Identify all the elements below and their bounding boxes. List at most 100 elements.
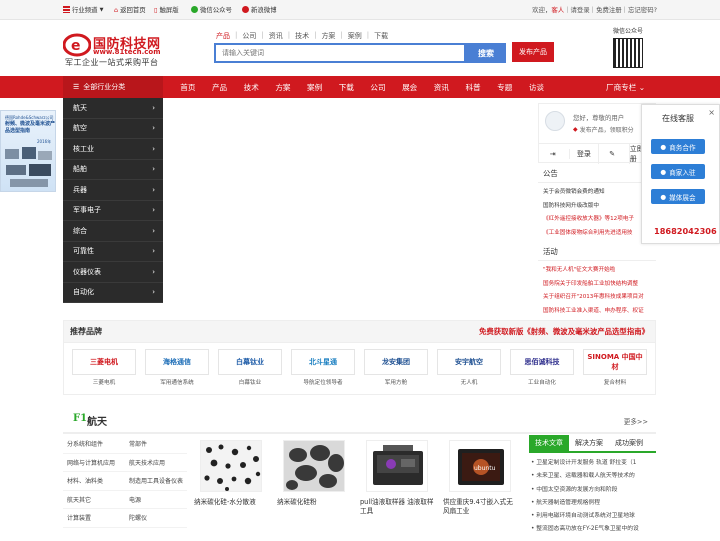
brand-card[interactable]: 安宇航空 无人机	[437, 349, 501, 386]
nav-item[interactable]: 案例	[299, 82, 331, 93]
activity-item[interactable]: "我和无人机"征文大赛开始啦	[543, 264, 651, 278]
article-item[interactable]: • 航天器制造管理规格例程	[531, 497, 654, 510]
article-item[interactable]: • 未来卫星、运载器和载人航天等技术的	[531, 470, 654, 483]
nav-item[interactable]: 下载	[330, 82, 362, 93]
floating-ad[interactable]: 德国Rohde&Schwarz公司 射频、微波及毫米波产品选型指南 2016年	[0, 110, 56, 192]
activity-item[interactable]: 关于组织召开"2013年惠科技成果项目对	[543, 291, 651, 305]
industry-channel-link[interactable]: 行业频道 ▼	[63, 5, 103, 14]
brand-card[interactable]: 白幕钛业 白幕钛业	[218, 349, 282, 386]
search-tab[interactable]: 公司	[237, 31, 261, 41]
brand-card[interactable]: 三菱电机 三菱电机	[72, 349, 136, 386]
nav-item[interactable]: 专题	[489, 82, 521, 93]
article-item[interactable]: • 利用电磁环境自动测试系统对卫星地球	[531, 510, 654, 523]
search-tab[interactable]: 方案	[316, 31, 340, 41]
notice-item[interactable]: 国防科技网升级改版中	[543, 200, 651, 214]
category-item[interactable]: 军事电子 ›	[63, 201, 163, 221]
category-item[interactable]: 核工业 ›	[63, 139, 163, 160]
site-logo[interactable]: e 国防科技网 www.81tech.com 军工企业一站式采购平台	[63, 31, 173, 67]
nav-item[interactable]: 访谈	[521, 82, 553, 93]
brand-name: 军用通信系统	[160, 380, 194, 386]
media-exhibition-button[interactable]: ● 媒体展会	[651, 189, 705, 204]
product-card[interactable]: 纳米碳化硅粉	[271, 440, 353, 507]
category-item[interactable]: 船舶 ›	[63, 160, 163, 180]
category-item[interactable]: 综合 ›	[63, 221, 163, 242]
category-item[interactable]: 兵器 ›	[63, 180, 163, 201]
nav-item-vendor-column[interactable]: 厂商专栏 ⌄	[606, 82, 645, 93]
search-tab[interactable]: 案例	[343, 31, 367, 41]
nav-item[interactable]: 展会	[394, 82, 426, 93]
chevron-right-icon: ›	[152, 144, 155, 153]
article-item[interactable]: • 中国太空资源的发展方向和阶段	[531, 484, 654, 497]
brand-card[interactable]: 思佰诚科技 工业自动化	[510, 349, 574, 386]
product-card[interactable]: ubuntu 供应重庆9.4寸嵌入式无风扇工业	[437, 440, 519, 516]
category-item[interactable]: 航空 ›	[63, 119, 163, 139]
chevron-right-icon: ›	[152, 124, 155, 133]
subcategory-row: 材料、油料类 制造用工具设备仪表	[63, 472, 187, 491]
brands-title: 推荐品牌	[70, 327, 102, 336]
subcategory-link[interactable]: 计算装置	[63, 513, 125, 522]
article-item[interactable]: • 整流固态高功放在FY-2E气象卫星中的设	[531, 523, 654, 536]
online-service-panel: 在线客服 × ● 商务合作 ● 商家入驻 ● 媒体展会 18682042306	[641, 104, 720, 244]
brands-promo-link[interactable]: 免费获取新版《射频、微波及毫米波产品选型指南》	[479, 326, 649, 337]
nav-item[interactable]: 首页	[172, 82, 204, 93]
subcategory-link[interactable]: 制造用工具设备仪表	[125, 476, 187, 485]
category-label: 军事电子	[73, 206, 101, 215]
search-tab[interactable]: 资讯	[264, 31, 288, 41]
subcategory-link[interactable]: 航天技术应用	[125, 458, 187, 467]
svg-text:ubuntu: ubuntu	[474, 465, 496, 472]
category-item[interactable]: 仪器仪表 ›	[63, 262, 163, 283]
article-tab[interactable]: 成功案例	[609, 435, 649, 451]
section-f1-header: F1 航天 更多>>	[63, 404, 656, 434]
wechat-icon	[191, 6, 198, 13]
search-tab[interactable]: 技术	[290, 31, 314, 41]
category-item[interactable]: 可靠性 ›	[63, 242, 163, 262]
brand-card[interactable]: 海格通信 军用通信系统	[145, 349, 209, 386]
brand-card[interactable]: SINOMA 中国中材 复合材料	[583, 349, 647, 386]
nav-item[interactable]: 技术	[235, 82, 267, 93]
subcategory-link[interactable]: 陀螺仪	[125, 513, 187, 522]
brand-card[interactable]: 龙安集团 军用方舱	[364, 349, 428, 386]
notice-item[interactable]: 关于会员微销会费的通知	[543, 186, 651, 200]
search-input[interactable]	[214, 43, 466, 63]
search-tab[interactable]: 产品	[216, 31, 235, 41]
publish-product-button[interactable]: 发布产品	[512, 42, 554, 62]
search-tab[interactable]: 下载	[369, 31, 393, 41]
business-cooperation-button[interactable]: ● 商务合作	[651, 139, 705, 154]
home-icon: ⌂	[114, 5, 119, 14]
nav-item[interactable]: 科普	[457, 82, 489, 93]
nav-item[interactable]: 资讯	[426, 82, 458, 93]
brand-logo: 三菱电机	[72, 349, 136, 375]
category-item[interactable]: 自动化 ›	[63, 283, 163, 303]
subcategory-link[interactable]: 常部件	[125, 439, 187, 448]
more-link[interactable]: 更多>>	[624, 416, 648, 426]
subcategory-link[interactable]: 材料、油料类	[63, 476, 125, 485]
subcategory-link[interactable]: 网络与计算机应用	[63, 458, 125, 467]
product-card[interactable]: pull油液取样器 油液取样工具	[354, 440, 436, 516]
subcategory-link[interactable]: 电源	[125, 495, 187, 504]
notice-item[interactable]: 《工业固体废物综合利用先进适用技	[543, 227, 651, 241]
subcategory-link[interactable]: 分系统和组件	[63, 439, 125, 448]
login-register-links[interactable]: ｜请登录｜免费注册｜忘记密码?	[564, 6, 657, 14]
brand-card[interactable]: 北斗星通 导航定位领导者	[291, 349, 355, 386]
mobile-link[interactable]: ▯ 触屏版	[154, 5, 179, 15]
wechat-link[interactable]: 微信公众号	[191, 5, 232, 14]
nav-item[interactable]: 产品	[204, 82, 236, 93]
all-categories-button[interactable]: ☰ 全部行业分类	[63, 76, 163, 98]
home-link[interactable]: ⌂ 返回首页	[114, 5, 146, 15]
activity-item[interactable]: 国防科技工业准入渠道、申办程序、权证	[543, 305, 651, 319]
weibo-link[interactable]: 新浪微博	[242, 5, 277, 14]
article-tab[interactable]: 技术文章	[529, 435, 569, 451]
article-tab[interactable]: 解决方案	[569, 435, 609, 451]
close-icon[interactable]: ×	[708, 108, 715, 117]
article-item[interactable]: • 卫星定制设计开发服务 轨道 舒拉变（1	[531, 457, 654, 470]
activity-item[interactable]: 国务院关于印发船舶工业加快结构调整	[543, 278, 651, 292]
product-card[interactable]: 纳米碳化硅-水分散液	[188, 440, 270, 507]
notice-item[interactable]: 《红外遥控接收放大器》等12项电子	[543, 213, 651, 227]
login-button[interactable]: ⇥ 登录	[539, 144, 598, 164]
nav-item[interactable]: 公司	[362, 82, 394, 93]
search-button[interactable]: 搜索	[466, 43, 506, 63]
merchant-join-button[interactable]: ● 商家入驻	[651, 164, 705, 179]
subcategory-link[interactable]: 航天其它	[63, 495, 125, 504]
nav-item[interactable]: 方案	[267, 82, 299, 93]
category-item[interactable]: 航天 ›	[63, 98, 163, 119]
